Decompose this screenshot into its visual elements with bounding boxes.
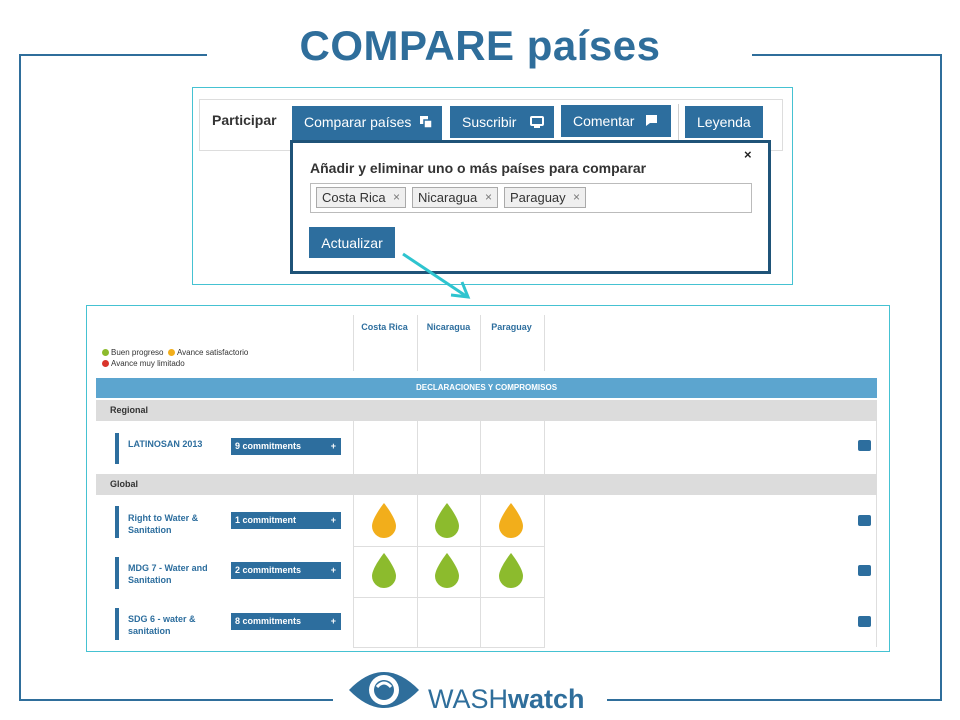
tab-comment[interactable]: Comentar: [561, 105, 671, 137]
column-divider: [353, 421, 354, 474]
tab-compare-countries[interactable]: Comparar países: [292, 106, 442, 142]
expand-icon[interactable]: [858, 440, 871, 451]
frame-bottom-right: [607, 699, 942, 701]
row-marker: [115, 608, 119, 640]
country-column-header: Costa Rica: [361, 322, 408, 332]
remove-chip-icon[interactable]: ×: [393, 188, 400, 207]
frame-left: [19, 54, 21, 701]
status-drop-good: [499, 553, 523, 588]
status-drop-satisfactory: [372, 503, 396, 538]
tab-subscribe-label: Suscribir: [462, 114, 517, 130]
column-divider: [544, 315, 545, 371]
column-divider: [480, 495, 481, 647]
tab-compare-label: Comparar países: [304, 114, 412, 130]
column-divider: [876, 495, 877, 647]
country-chip[interactable]: Paraguay ×: [504, 187, 586, 208]
status-legend: Buen progreso Avance satisfactorio Avanc…: [102, 347, 248, 369]
row-marker: [115, 506, 119, 538]
row-title[interactable]: SDG 6 - water & sanitation: [128, 613, 218, 637]
logo-wordmark: WASHwatch: [428, 684, 585, 714]
legend-dot-good: [102, 349, 109, 356]
group-header-global: Global: [96, 474, 877, 495]
group-header-regional: Regional: [96, 400, 877, 421]
remove-chip-icon[interactable]: ×: [573, 188, 580, 207]
update-button[interactable]: Actualizar: [309, 227, 395, 258]
plus-icon: +: [330, 616, 336, 626]
monitor-icon: [530, 116, 544, 128]
status-drop-satisfactory: [499, 503, 523, 538]
commitments-button[interactable]: 2 commitments +: [231, 562, 341, 579]
status-drop-good: [435, 553, 459, 588]
participate-label: Participar: [212, 112, 277, 128]
commitments-button[interactable]: 8 commitments +: [231, 613, 341, 630]
column-divider: [417, 495, 418, 647]
column-divider: [544, 421, 545, 474]
column-divider: [417, 421, 418, 474]
country-column-header: Nicaragua: [426, 322, 471, 332]
column-divider: [544, 495, 545, 647]
nav-divider: [678, 104, 679, 140]
tab-subscribe[interactable]: Suscribir: [450, 106, 554, 138]
eye-icon: [349, 672, 419, 708]
close-icon[interactable]: ×: [744, 147, 752, 162]
plus-icon: +: [330, 565, 336, 575]
row-divider: [353, 546, 545, 547]
legend-dot-limited: [102, 360, 109, 367]
expand-icon[interactable]: [858, 616, 871, 627]
column-divider: [353, 495, 354, 647]
row-marker: [115, 433, 119, 464]
expand-icon[interactable]: [858, 515, 871, 526]
plus-icon: +: [330, 441, 336, 451]
tab-comment-label: Comentar: [573, 113, 635, 129]
row-marker: [115, 557, 119, 589]
legend-dot-satisfactory: [167, 349, 175, 356]
popup-heading: Añadir y eliminar uno o más países para …: [310, 160, 647, 176]
compare-icon: [420, 116, 433, 129]
slide-title: COMPARE países: [299, 22, 661, 69]
status-drop-good: [435, 503, 459, 538]
row-divider: [353, 597, 545, 598]
plus-icon: +: [330, 515, 336, 525]
arrow-icon: [402, 252, 471, 299]
column-divider: [480, 421, 481, 474]
frame-bottom-left: [19, 699, 333, 701]
status-drop-good: [372, 553, 396, 588]
section-header: DECLARACIONES Y COMPROMISOS: [96, 378, 877, 398]
tab-legend[interactable]: Leyenda: [685, 106, 763, 138]
legend-row: Avance muy limitado: [102, 358, 248, 369]
tab-legend-label: Leyenda: [697, 114, 751, 130]
row-title[interactable]: Right to Water & Sanitation: [128, 512, 218, 536]
country-chip[interactable]: Costa Rica ×: [316, 187, 406, 208]
country-column-header: Paraguay: [491, 322, 532, 332]
legend-row: Buen progreso Avance satisfactorio: [102, 347, 248, 358]
comment-icon: [646, 115, 657, 126]
country-chip[interactable]: Nicaragua ×: [412, 187, 498, 208]
commitments-button[interactable]: 1 commitment +: [231, 512, 341, 529]
row-title[interactable]: MDG 7 - Water and Sanitation: [128, 562, 218, 586]
column-divider: [876, 421, 877, 474]
remove-chip-icon[interactable]: ×: [485, 188, 492, 207]
commitments-button[interactable]: 9 commitments +: [231, 438, 341, 455]
row-divider: [353, 647, 545, 648]
frame-right: [940, 54, 942, 701]
expand-icon[interactable]: [858, 565, 871, 576]
row-title[interactable]: LATINOSAN 2013: [128, 438, 218, 450]
